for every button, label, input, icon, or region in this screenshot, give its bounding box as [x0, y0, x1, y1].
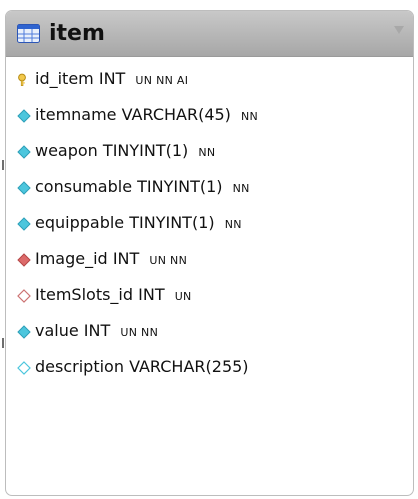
diagram-canvas: item id_item INT UN NN AI itemname VARCH… — [0, 0, 418, 499]
column-name: description — [35, 357, 124, 376]
column-row-value[interactable]: value INT UN NN — [6, 317, 413, 345]
column-flags: NN — [198, 146, 216, 159]
column-type: VARCHAR(45) — [121, 105, 231, 124]
column-name: consumable — [35, 177, 133, 196]
column-name: weapon — [35, 141, 98, 160]
column-flags: UN NN AI — [135, 74, 189, 87]
column-type: INT — [138, 285, 165, 304]
column-diamond-icon-graphic — [17, 217, 31, 231]
column-row-id-item[interactable]: id_item INT UN NN AI — [6, 65, 413, 93]
column-diamond-icon-graphic — [17, 325, 31, 339]
column-diamond-icon-graphic — [17, 181, 31, 195]
foreign-key-icon — [17, 252, 31, 267]
column-type: TINYINT(1) — [137, 177, 223, 196]
item-table[interactable]: item id_item INT UN NN AI itemname VARCH… — [5, 10, 414, 496]
column-diamond-icon — [17, 216, 31, 231]
nullable-foreign-key-icon-graphic — [17, 289, 31, 303]
column-label: consumable TINYINT(1) NN — [35, 177, 250, 199]
column-row-itemslots-id[interactable]: ItemSlots_id INT UN — [6, 281, 413, 309]
column-label: ItemSlots_id INT UN — [35, 285, 192, 307]
column-name: value — [35, 321, 79, 340]
column-label: itemname VARCHAR(45) NN — [35, 105, 258, 127]
primary-key-icon-graphic — [18, 73, 26, 86]
column-diamond-icon-graphic — [17, 145, 31, 159]
nullable-column-icon — [17, 360, 31, 375]
column-flags: UN — [174, 290, 192, 303]
column-row-consumable[interactable]: consumable TINYINT(1) NN — [6, 173, 413, 201]
column-diamond-icon — [17, 324, 31, 339]
column-label: weapon TINYINT(1) NN — [35, 141, 215, 163]
column-name: Image_id — [35, 249, 108, 268]
column-name: equippable — [35, 213, 125, 232]
table-header[interactable]: item — [6, 11, 413, 57]
column-label: id_item INT UN NN AI — [35, 69, 188, 91]
nullable-foreign-key-icon — [17, 288, 31, 303]
column-label: Image_id INT UN NN — [35, 249, 187, 271]
column-flags: NN — [224, 218, 242, 231]
chevron-down-icon — [394, 26, 404, 34]
nullable-column-icon-graphic — [17, 361, 31, 375]
collapse-icon[interactable] — [392, 23, 406, 37]
connector-mark — [2, 338, 4, 348]
column-diamond-icon — [17, 108, 31, 123]
column-type: INT — [83, 321, 111, 340]
connector-mark — [2, 160, 4, 170]
column-row-image-id[interactable]: Image_id INT UN NN — [6, 245, 413, 273]
column-row-equippable[interactable]: equippable TINYINT(1) NN — [6, 209, 413, 237]
table-icon — [17, 24, 40, 43]
column-diamond-icon — [17, 180, 31, 195]
column-label: value INT UN NN — [35, 321, 158, 343]
table-title: item — [49, 21, 105, 46]
column-row-itemname[interactable]: itemname VARCHAR(45) NN — [6, 101, 413, 129]
column-flags: NN — [241, 110, 259, 123]
column-diamond-icon — [17, 144, 31, 159]
column-type: VARCHAR(255) — [129, 357, 249, 376]
foreign-key-icon-graphic — [17, 253, 31, 267]
column-name: id_item — [35, 69, 94, 88]
column-label: equippable TINYINT(1) NN — [35, 213, 242, 235]
column-type: INT — [98, 69, 126, 88]
column-type: TINYINT(1) — [102, 141, 189, 160]
column-flags: NN — [232, 182, 250, 195]
column-row-weapon[interactable]: weapon TINYINT(1) NN — [6, 137, 413, 165]
column-flags: UN NN — [149, 254, 188, 267]
column-type: INT — [112, 249, 140, 268]
column-flags: UN NN — [120, 326, 159, 339]
table-icon-graphic — [17, 24, 40, 43]
column-diamond-icon-graphic — [17, 109, 31, 123]
column-type: TINYINT(1) — [129, 213, 215, 232]
column-name: itemname — [35, 105, 117, 124]
column-label: description VARCHAR(255) — [35, 357, 254, 379]
primary-key-icon — [17, 72, 31, 86]
column-name: ItemSlots_id — [35, 285, 134, 304]
column-row-description[interactable]: description VARCHAR(255) — [6, 353, 413, 381]
